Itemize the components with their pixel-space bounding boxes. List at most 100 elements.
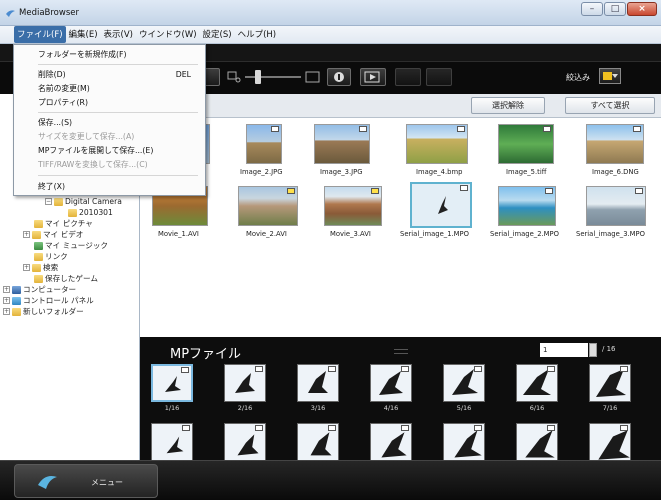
menu-item-properties[interactable]: プロパティ(R) <box>14 96 205 109</box>
thumbnail[interactable]: Serial_image_3.MPO <box>576 186 646 238</box>
mp-frame[interactable] <box>370 423 412 461</box>
mp-frame[interactable] <box>443 364 485 402</box>
menu-file[interactable]: ファイル(F) <box>14 26 66 43</box>
thumbnail-caption: Movie_3.AVI <box>330 230 371 238</box>
mpo-badge <box>547 366 555 372</box>
menu-button[interactable]: メニュー <box>14 464 158 498</box>
menu-separator <box>38 175 198 176</box>
menu-item-shortcut: DEL <box>175 70 191 79</box>
tree-item-control-panel[interactable]: + コントロール パネル <box>3 295 94 306</box>
minimize-button[interactable]: – <box>581 2 603 16</box>
mp-frame-caption: 3/16 <box>310 404 326 412</box>
tree-item-my-pictures[interactable]: マイ ピクチャ <box>34 218 93 229</box>
tree-item-label: マイ ピクチャ <box>45 219 93 228</box>
select-all-button[interactable]: すべて選択 <box>565 97 655 114</box>
thumbnail[interactable]: Movie_3.AVI <box>324 186 382 238</box>
menu-item-mp-extract-save[interactable]: MPファイルを展開して保存...(E) <box>14 144 205 157</box>
mp-frame[interactable] <box>370 364 412 402</box>
grid-view-icon[interactable] <box>204 68 220 86</box>
info-icon[interactable] <box>327 68 351 86</box>
window-title: MediaBrowser <box>19 8 79 18</box>
tree-item-label: 保存したゲーム <box>45 274 98 283</box>
menu-help[interactable]: ヘルプ(H) <box>235 26 280 43</box>
mp-frame[interactable] <box>589 423 631 461</box>
thumbnail[interactable]: Image_6.DNG <box>586 124 644 176</box>
close-button[interactable]: × <box>627 2 657 16</box>
expand-icon[interactable]: + <box>23 264 30 271</box>
mp-frame[interactable] <box>224 364 266 402</box>
mp-frame-input[interactable]: 1 <box>540 343 588 357</box>
menu-item-delete[interactable]: 削除(D) DEL <box>14 68 205 81</box>
thumbnail[interactable]: Movie_2.AVI <box>238 186 298 238</box>
bird-logo-icon <box>38 476 57 489</box>
mp-frame[interactable] <box>151 423 193 461</box>
zoom-slider-thumb[interactable] <box>255 70 261 84</box>
menu-item-save[interactable]: 保存...(S) <box>14 116 205 129</box>
mp-frame[interactable] <box>297 364 339 402</box>
thumbnail-image <box>586 124 644 164</box>
tree-item-new-folder[interactable]: + 新しいフォルダー <box>3 306 84 317</box>
tree-item-my-music[interactable]: マイ ミュージック <box>34 240 108 251</box>
mp-frame-caption: 1/16 <box>164 404 180 412</box>
menu-item-label: 終了(X) <box>38 182 66 191</box>
slideshow-icon[interactable] <box>360 68 386 86</box>
zoom-slider[interactable] <box>245 70 301 84</box>
menu-item-new-folder[interactable]: フォルダーを新規作成(F) <box>14 48 205 61</box>
folder-icon <box>12 307 21 316</box>
mp-frame[interactable] <box>516 364 558 402</box>
deselect-button[interactable]: 選択解除 <box>471 97 545 114</box>
mp-frame-caption: 4/16 <box>383 404 399 412</box>
maximize-button[interactable]: □ <box>604 2 626 16</box>
thumbnail[interactable]: Image_2.JPG <box>240 124 283 176</box>
tree-item-2010301[interactable]: 2010301 <box>68 207 113 218</box>
expand-icon[interactable]: + <box>3 286 10 293</box>
menu-item-rename[interactable]: 名前の変更(M) <box>14 82 205 95</box>
panel-resize-grip[interactable] <box>394 349 408 354</box>
menu-view[interactable]: 表示(V) <box>101 26 136 43</box>
menu-item-exit[interactable]: 終了(X) <box>14 180 205 193</box>
thumbnail[interactable]: Serial_image_2.MPO <box>490 186 559 238</box>
thumbnail-image <box>238 186 298 226</box>
mpo-badge <box>255 425 263 431</box>
thumbnail[interactable]: Image_4.bmp <box>406 124 468 176</box>
menu-settings[interactable]: 設定(S) <box>200 26 235 43</box>
thumbnail[interactable]: Image_5.tiff <box>498 124 554 176</box>
tree-item-links[interactable]: リンク <box>34 251 68 262</box>
expand-icon[interactable]: + <box>23 231 30 238</box>
thumbnail-caption: Movie_2.AVI <box>246 230 287 238</box>
thumbnail[interactable]: Image_3.JPG <box>314 124 370 176</box>
mpo-badge <box>620 366 628 372</box>
tree-item-label: マイ ミュージック <box>45 241 109 250</box>
expand-icon[interactable]: + <box>3 297 10 304</box>
mp-frame[interactable] <box>443 423 485 461</box>
compare-icon[interactable] <box>395 68 421 86</box>
thumbnail-selected[interactable]: Serial_image_1.MPO <box>400 182 472 238</box>
app-icon <box>6 10 15 17</box>
menu-edit[interactable]: 編集(E) <box>66 26 101 43</box>
menu-bar: ファイル(F) 編集(E) 表示(V) ウインドウ(W) 設定(S) ヘルプ(H… <box>0 26 661 44</box>
mpo-badge <box>401 425 409 431</box>
tree-item-saved-games[interactable]: 保存したゲーム <box>34 273 98 284</box>
mp-frame[interactable] <box>224 423 266 461</box>
tree-item-search[interactable]: + 検索 <box>23 262 58 273</box>
collapse-icon[interactable]: − <box>45 198 52 205</box>
mp-frame[interactable] <box>516 423 558 461</box>
thumbnail-image <box>410 182 472 228</box>
mp-frame[interactable] <box>589 364 631 402</box>
thumbnail-caption: Movie_1.AVI <box>158 230 199 238</box>
tree-item-my-videos[interactable]: + マイ ビデオ <box>23 229 83 240</box>
map-icon[interactable] <box>426 68 452 86</box>
mp-frame[interactable] <box>297 423 339 461</box>
menu-window[interactable]: ウインドウ(W) <box>136 26 200 43</box>
frame-stepper[interactable] <box>589 343 597 357</box>
filter-dropdown[interactable] <box>599 68 621 84</box>
mp-frame-selected[interactable] <box>151 364 193 402</box>
tree-item-computer[interactable]: + コンピューター <box>3 284 76 295</box>
tree-item-digital-camera[interactable]: − Digital Camera <box>45 196 122 207</box>
folder-icon <box>32 263 41 272</box>
menu-item-label: 削除(D) <box>38 70 66 79</box>
menu-separator <box>38 112 198 113</box>
thumbnail-caption: Image_2.JPG <box>240 168 283 176</box>
expand-icon[interactable]: + <box>3 308 10 315</box>
thumbnail-caption: Serial_image_3.MPO <box>576 230 645 238</box>
